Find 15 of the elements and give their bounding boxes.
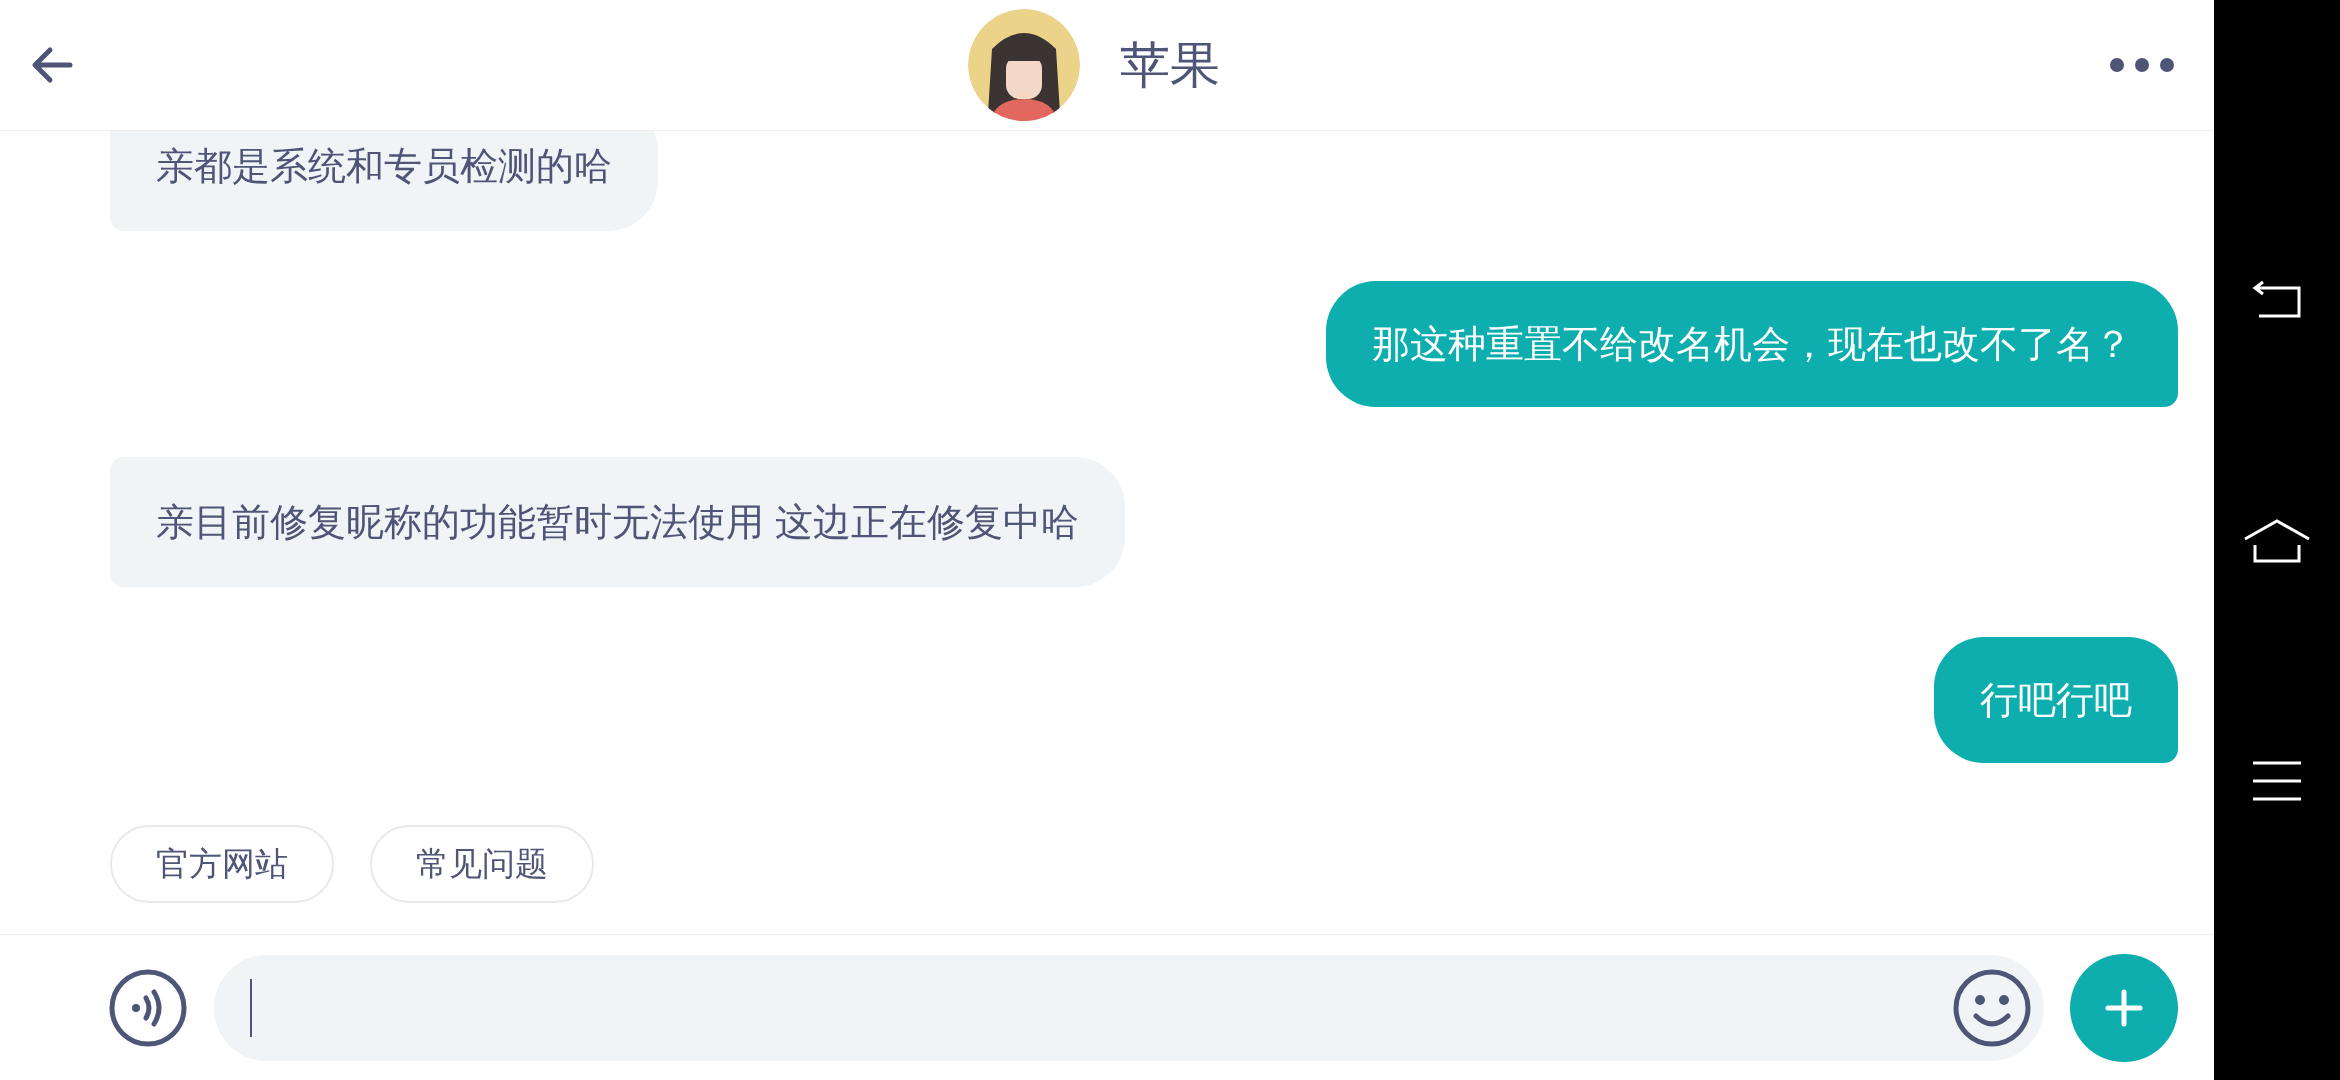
emoji-icon[interactable] — [1952, 967, 2032, 1048]
more-icon — [2109, 57, 2175, 73]
incoming-message-bubble: 亲都是系统和专员检测的哈 — [110, 131, 658, 231]
outgoing-message-bubble: 那这种重置不给改名机会，现在也改不了名？ — [1326, 281, 2178, 407]
voice-button[interactable] — [108, 967, 188, 1048]
voice-icon — [108, 967, 188, 1048]
quick-reply-chip[interactable]: 常见问题 — [370, 825, 594, 903]
outgoing-message-bubble: 行吧行吧 — [1934, 637, 2178, 763]
chat-title: 苹果 — [1120, 35, 1220, 95]
back-arrow-icon — [30, 45, 74, 85]
plus-icon — [2105, 988, 2143, 1027]
incoming-message-bubble: 亲目前修复昵称的功能暂时无法使用 这边正在修复中哈 — [110, 457, 1125, 587]
quick-reply-chip[interactable]: 官方网站 — [110, 825, 334, 903]
menu-icon[interactable] — [2251, 760, 2303, 803]
avatar-icon — [968, 9, 1080, 121]
